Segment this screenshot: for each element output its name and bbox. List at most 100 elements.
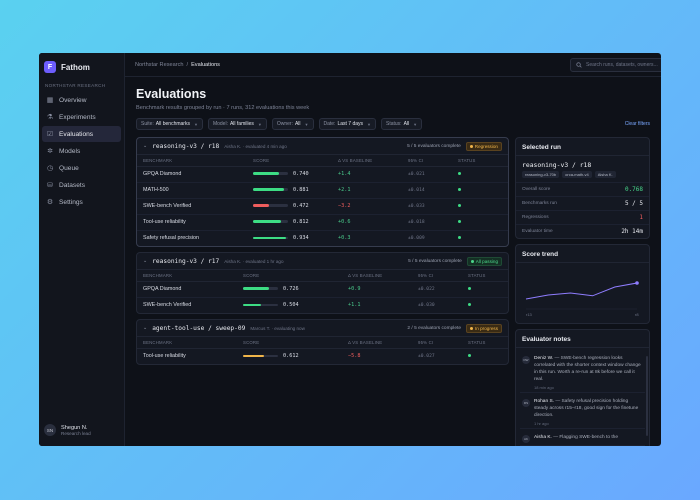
sidebar-item-models[interactable]: ✲ Models [42,143,121,159]
filter-suite[interactable]: Suite: All benchmarks ▼ [136,118,203,130]
filter-model[interactable]: Model: All families ▼ [207,118,267,130]
run-tag: reasoning-v3-70b [522,171,560,178]
run-card[interactable]: ⌄ reasoning-v3 / r18 Aisha K. · evaluated … [136,137,509,247]
benchmark-name: SWE-bench Verified [137,198,247,215]
column-header-benchmark[interactable]: BENCHMARK [137,270,237,282]
chevron-down-icon[interactable]: ⌄ [143,258,147,264]
note-content: Aisha K. — Flagging SWE-bench to the [534,435,618,443]
column-header-status[interactable]: STATUS [462,337,508,349]
column-header-delta[interactable]: Δ VS BASELINE [342,270,412,282]
score-value: 0.612 [283,353,299,360]
chevron-down-icon[interactable]: ⌄ [143,325,147,331]
sidebar-item-overview[interactable]: ▦ Overview [42,92,121,108]
run-card[interactable]: ⌄ agent-tool-use / sweep-09 Marcus T. · ev… [136,319,509,365]
table-row[interactable]: GPQA Diamond 0.726 +0.9 ±0.022 [137,281,508,298]
ci-value: ±0.022 [412,281,462,298]
avatar: SN [44,424,56,436]
notes-list: DW Deniz W. — SWE-bench regression looks … [516,348,649,446]
column-header-score[interactable]: SCORE [247,155,332,167]
database-icon: ⛁ [47,182,53,189]
score-value: 0.881 [293,187,309,193]
clear-filters-link[interactable]: Clear filters [625,121,650,127]
ci-value: ±0.030 [418,302,435,308]
score-bar-fill [243,287,269,290]
stat-row: Overall score 0.768 [516,182,649,196]
note-item[interactable]: RS Rohan S. — Safety refusal precision ho… [520,393,645,429]
column-header-score[interactable]: SCORE [237,337,342,349]
table-row[interactable]: Tool-use reliability 0.612 −5.8 ±0.027 [137,348,508,364]
sidebar-item-label: Datasets [59,181,86,189]
status-badge-label: Regression [474,143,498,149]
table-row[interactable]: Tool-use reliability 0.812 +0.6 ±0.018 [137,214,508,231]
table-row[interactable]: SWE-bench Verified 0.504 +1.1 ±0.030 [137,297,508,313]
status-badge: All passing [466,256,502,266]
column-header-delta[interactable]: Δ VS BASELINE [342,337,412,349]
filter-status[interactable]: Status: All ▼ [381,118,423,130]
column-header-status[interactable]: STATUS [462,270,508,282]
run-card-header[interactable]: ⌄ reasoning-v3 / r18 Aisha K. · evaluated … [137,138,508,155]
evaluator-count: 5 / 5 evaluators complete [407,143,461,149]
run-card-header[interactable]: ⌄ agent-tool-use / sweep-09 Marcus T. · ev… [137,320,508,337]
score-bar [253,236,288,240]
column-header-delta[interactable]: Δ VS BASELINE [332,155,402,167]
runs-list: ⌄ reasoning-v3 / r18 Aisha K. · evaluated … [136,137,509,446]
column-header-benchmark[interactable]: BENCHMARK [137,155,247,167]
note-content: Rohan S. — Safety refusal precision hold… [534,399,643,426]
breadcrumb-sep: / [186,61,189,68]
column-header-status[interactable]: STATUS [452,155,508,167]
note-item[interactable]: DW Deniz W. — SWE-bench regression looks … [520,350,645,393]
chevron-down-icon[interactable]: ⌄ [143,143,147,149]
run-card[interactable]: ⌄ reasoning-v3 / r17 Aisha K. · evaluated … [136,252,509,314]
score-cell: 0.881 [247,182,332,199]
score-bar [243,287,278,290]
sidebar-item-experiments[interactable]: ⚗ Experiments [42,109,121,125]
table-row[interactable]: Safety refusal precision 0.934 +0.3 ±0.009 [137,230,508,246]
sidebar-item-datasets[interactable]: ⛁ Datasets [42,177,121,193]
filter-label: Suite: [141,121,154,127]
brand[interactable]: F Fathom [39,53,124,79]
run-meta: Marcus T. · evaluating now [250,325,305,331]
score-cell: 0.612 [237,348,342,364]
notes-scrollbar[interactable] [646,356,648,436]
chevron-down-icon: ▼ [413,121,418,127]
search-input[interactable]: Search runs, datasets, owners... [570,58,661,72]
status-dot-icon [468,303,471,307]
main-area: Northstar Research / Evaluations Search ru… [125,53,661,446]
notes-title: Evaluator notes [516,330,649,348]
status-cell [462,281,508,298]
filter-owner[interactable]: Owner: All ▼ [271,118,314,130]
breadcrumb-parent[interactable]: Northstar Research [135,62,184,68]
sidebar-item-settings[interactable]: ⚙ Settings [42,194,121,210]
column-header-ci[interactable]: 95% CI [402,155,452,167]
results-table: BENCHMARK SCORE Δ VS BASELINE 95% CI STATUS T… [137,337,508,364]
sidebar-item-queue[interactable]: ◷ Queue [42,160,121,176]
note-text: Rohan S. — Safety refusal precision hold… [534,399,643,420]
column-header-benchmark[interactable]: BENCHMARK [137,337,237,349]
filter-date[interactable]: Date: Last 7 days ▼ [318,118,376,130]
table-row[interactable]: GPQA Diamond 0.740 +1.4 ±0.021 [137,166,508,183]
table-row[interactable]: SWE-bench Verified 0.472 −3.2 ±0.033 [137,198,508,215]
score-bar-fill [253,188,284,191]
run-card-header[interactable]: ⌄ reasoning-v3 / r17 Aisha K. · evaluated … [137,253,508,270]
status-dot-icon [468,287,471,290]
column-header-ci[interactable]: 95% CI [412,337,462,349]
note-item[interactable]: AK Aisha K. — Flagging SWE-bench to the [520,429,645,446]
table-header-row: BENCHMARK SCORE Δ VS BASELINE 95% CI STATUS [137,155,508,167]
column-header-score[interactable]: SCORE [237,270,342,282]
score-cell: 0.726 [237,281,342,298]
page-title: Evaluations [136,87,207,101]
score-bar-fill [243,303,261,307]
user-profile[interactable]: SN Shegun N. Research lead [44,424,91,436]
table-row[interactable]: MATH-500 0.881 +2.1 ±0.014 [137,182,508,199]
run-meta: Aisha K. · evaluated 4 min ago [224,143,287,149]
trend-x-end: r8 [635,312,639,317]
status-cell [452,230,508,246]
selected-run-name: reasoning-v3 / r18 [522,161,592,169]
stat-value: 5 / 5 [624,200,643,207]
trend-line [525,282,638,300]
user-name: Shegun N. [61,424,88,431]
sidebar-item-evaluations[interactable]: ☑ Evaluations [42,126,121,142]
delta-value: +0.9 [342,281,412,298]
score-cell: 0.504 [237,297,342,313]
column-header-ci[interactable]: 95% CI [412,270,462,282]
